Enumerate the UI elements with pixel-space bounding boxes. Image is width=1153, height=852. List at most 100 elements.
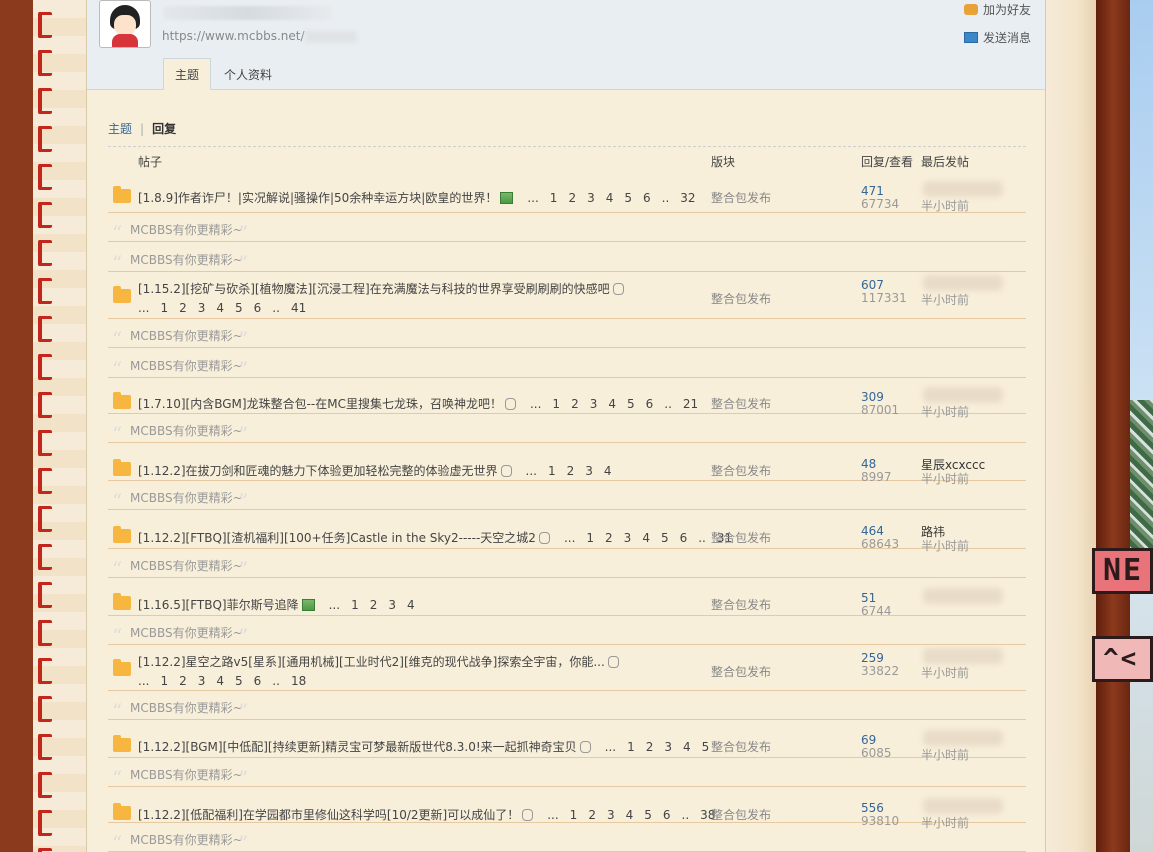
thread-title[interactable]: [1.7.10][内含BGM]龙珠整合包--在MC里搜集七龙珠，召唤神龙吧！..… [138,395,698,412]
page-link[interactable]: 41 [291,301,306,315]
reply-count[interactable]: 309 [861,390,884,404]
thread-forum[interactable]: 整合包发布 [711,806,771,823]
reply-count[interactable]: 48 [861,457,876,471]
page-link[interactable]: 3 [590,397,598,411]
page-link[interactable]: 5 [661,531,669,545]
thread-forum[interactable]: 整合包发布 [711,462,771,479]
thread-title[interactable]: [1.12.2][BGM][中低配][持续更新]精灵宝可梦最新版世代8.3.0!… [138,738,709,755]
page-link[interactable]: 4 [608,397,616,411]
thread-title-text[interactable]: [1.7.10][内含BGM]龙珠整合包--在MC里搜集七龙珠，召唤神龙吧！ [138,397,502,411]
page-link[interactable]: 2 [568,191,576,205]
page-link[interactable]: 3 [198,301,206,315]
page-link[interactable]: 1 [548,464,556,478]
reply-count[interactable]: 556 [861,801,884,815]
page-link[interactable]: 4 [216,301,224,315]
thread-title[interactable]: [1.12.2][低配福利]在学园都市里修仙这科学吗[10/2更新]可以成仙了！… [138,806,715,823]
page-link[interactable]: 2 [370,598,378,612]
last-post-time[interactable]: 半小时前 [921,291,969,308]
page-link[interactable]: 3 [624,531,632,545]
page-link[interactable]: 1 [627,740,635,754]
tab-profile[interactable]: 个人资料 [213,59,283,91]
page-link[interactable]: 4 [216,674,224,688]
page-link[interactable]: 2 [646,740,654,754]
page-link[interactable]: 1 [351,598,359,612]
last-post-time[interactable]: 半小时前 [921,664,969,681]
thread-forum[interactable]: 整合包发布 [711,596,771,613]
tab-topics[interactable]: 主题 [163,58,212,90]
page-link[interactable]: 2 [179,301,187,315]
subnav-replies[interactable]: 回复 [152,122,176,136]
page-link[interactable]: 6 [646,397,654,411]
page-link[interactable]: 6 [254,301,262,315]
page-link[interactable]: 4 [642,531,650,545]
last-post-time[interactable]: 半小时前 [921,197,969,214]
reply-count[interactable]: 471 [861,184,884,198]
thread-title-text[interactable]: [1.12.2][BGM][中低配][持续更新]精灵宝可梦最新版世代8.3.0!… [138,740,577,754]
thread-forum[interactable]: 整合包发布 [711,395,771,412]
page-link[interactable]: 3 [607,808,615,822]
page-link[interactable]: 3 [664,740,672,754]
page-link[interactable]: 2 [567,464,575,478]
profile-url[interactable]: https://www.mcbbs.net/ [162,29,357,43]
page-link[interactable]: 2 [605,531,613,545]
thread-forum[interactable]: 整合包发布 [711,738,771,755]
thread-title-text[interactable]: [1.15.2][挖矿与砍杀][植物魔法][沉浸工程]在充满魔法与科技的世界享受… [138,282,610,296]
thread-title[interactable]: [1.12.2][FTBQ][渣机福利][100+任务]Castle in th… [138,529,732,546]
page-link[interactable]: 4 [604,464,612,478]
thread-title[interactable]: [1.12.2]在拔刀剑和匠魂的魅力下体验更加轻松完整的体验虚无世界... 1 2 3… [138,462,612,479]
page-link[interactable]: 6 [663,808,671,822]
page-link[interactable]: 5 [644,808,652,822]
thread-title[interactable]: [1.12.2]星空之路v5[星系][通用机械][工业时代2][维克的现代战争]… [138,656,622,693]
avatar[interactable] [99,0,151,48]
thread-title[interactable]: [1.16.5][FTBQ]菲尔斯号追降... 1 2 3 4 [138,596,415,613]
side-banner-new[interactable]: NE [1092,548,1153,594]
reply-count[interactable]: 607 [861,278,884,292]
reply-count[interactable]: 51 [861,591,876,605]
page-link[interactable]: 2 [179,674,187,688]
page-link[interactable]: 32 [680,191,695,205]
page-link[interactable]: 18 [291,674,306,688]
page-link[interactable]: 5 [624,191,632,205]
thread-title[interactable]: [1.8.9]作者诈尸！|实况解说|骚操作|50余种幸运方块|欧皇的世界！...… [138,189,696,206]
page-link[interactable]: 3 [585,464,593,478]
reply-count[interactable]: 69 [861,733,876,747]
page-link[interactable]: 3 [198,674,206,688]
page-link[interactable]: 1 [160,301,168,315]
page-link[interactable]: 1 [586,531,594,545]
page-link[interactable]: 5 [235,301,243,315]
thread-title[interactable]: [1.15.2][挖矿与砍杀][植物魔法][沉浸工程]在充满魔法与科技的世界享受… [138,283,627,320]
thread-forum[interactable]: 整合包发布 [711,663,771,680]
thread-forum[interactable]: 整合包发布 [711,290,771,307]
send-message-button[interactable]: 发送消息 [963,29,1031,46]
page-link[interactable]: 1 [550,191,558,205]
page-link[interactable]: 6 [680,531,688,545]
thread-title-text[interactable]: [1.12.2][低配福利]在学园都市里修仙这科学吗[10/2更新]可以成仙了！ [138,808,519,822]
page-link[interactable]: 2 [571,397,579,411]
page-link[interactable]: 4 [407,598,415,612]
page-link[interactable]: 1 [570,808,578,822]
page-link[interactable]: 5 [627,397,635,411]
reply-count[interactable]: 464 [861,524,884,538]
add-friend-button[interactable]: 加为好友 [963,1,1031,18]
thread-title-text[interactable]: [1.12.2]在拔刀剑和匠魂的魅力下体验更加轻松完整的体验虚无世界 [138,464,498,478]
subnav-topics[interactable]: 主题 [108,122,132,136]
page-link[interactable]: 5 [702,740,710,754]
page-link[interactable]: 3 [388,598,396,612]
thread-title-text[interactable]: [1.8.9]作者诈尸！|实况解说|骚操作|50余种幸运方块|欧皇的世界！ [138,191,497,205]
page-link[interactable]: 6 [254,674,262,688]
page-link[interactable]: 4 [626,808,634,822]
page-link[interactable]: 2 [588,808,596,822]
thread-forum[interactable]: 整合包发布 [711,189,771,206]
thread-title-text[interactable]: [1.16.5][FTBQ]菲尔斯号追降 [138,598,299,612]
thread-title-text[interactable]: [1.12.2][FTBQ][渣机福利][100+任务]Castle in th… [138,531,536,545]
page-link[interactable]: 3 [587,191,595,205]
page-link[interactable]: 5 [235,674,243,688]
page-link[interactable]: 6 [643,191,651,205]
reply-count[interactable]: 259 [861,651,884,665]
page-link[interactable]: 21 [683,397,698,411]
page-link[interactable]: 4 [606,191,614,205]
page-link[interactable]: 1 [160,674,168,688]
page-link[interactable]: 4 [683,740,691,754]
side-banner-2[interactable]: ^< [1092,636,1153,682]
page-link[interactable]: 1 [552,397,560,411]
